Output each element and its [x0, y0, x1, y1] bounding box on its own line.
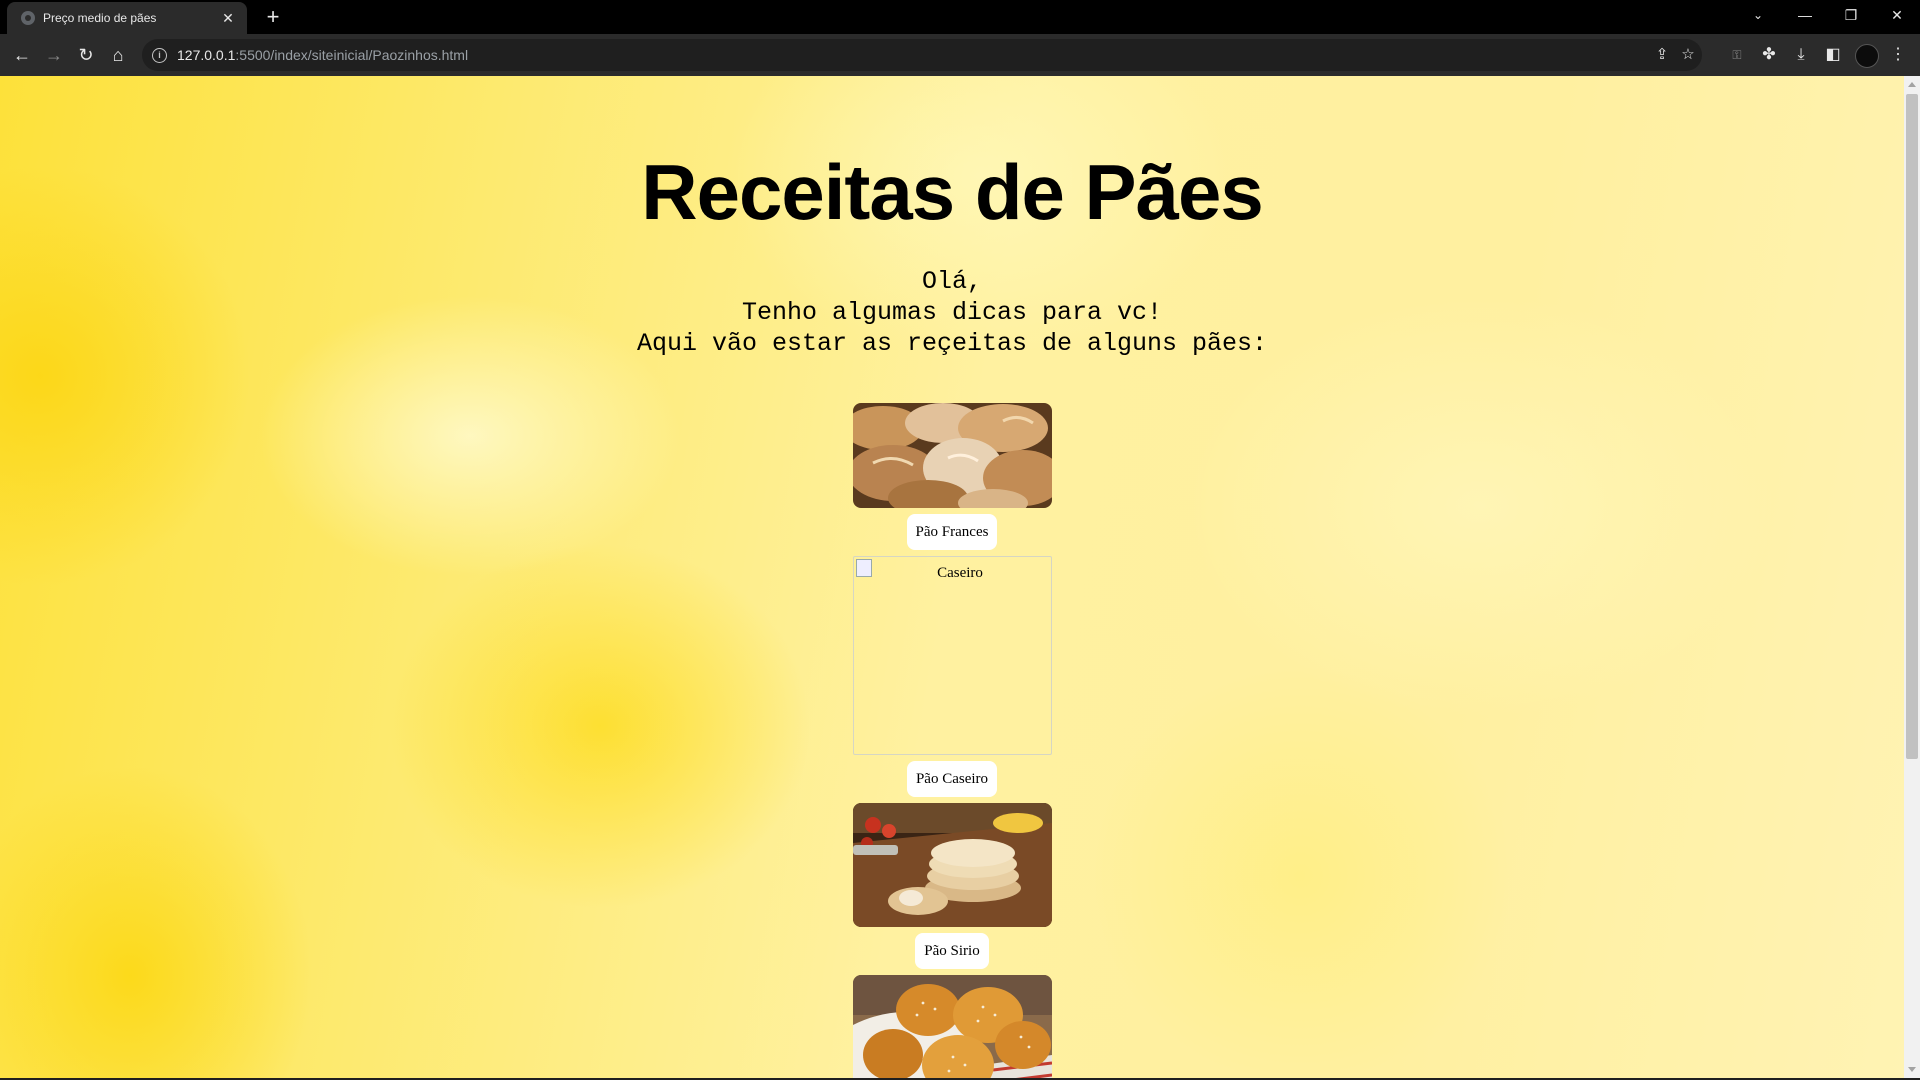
- bread-card: [0, 975, 1904, 1078]
- forward-button[interactable]: →: [42, 43, 66, 67]
- intro-text: Olá, Tenho algumas dicas para vc! Aqui v…: [0, 266, 1904, 359]
- address-bar[interactable]: i 127.0.0.1:5500/index/siteinicial/Paozi…: [142, 39, 1702, 71]
- bread-card: Caseiro Pão Caseiro: [0, 556, 1904, 803]
- image-alt-text: Caseiro: [937, 565, 983, 581]
- url-path: :5500/index/siteinicial/Paozinhos.html: [235, 47, 469, 63]
- restore-button[interactable]: ❐: [1828, 0, 1874, 30]
- side-panel-icon[interactable]: ◧: [1821, 43, 1845, 67]
- bread-card: Pão Frances: [0, 403, 1904, 556]
- browser-tab[interactable]: Preço medio de pães ✕: [7, 2, 247, 34]
- scroll-up-arrow-icon[interactable]: [1908, 82, 1916, 87]
- menu-kebab-icon[interactable]: ⋮: [1886, 43, 1910, 67]
- home-button[interactable]: ⌂: [106, 43, 130, 67]
- intro-line: Olá,: [921, 267, 982, 296]
- bread-card: Pão Sirio: [0, 803, 1904, 975]
- close-window-button[interactable]: ✕: [1874, 0, 1920, 30]
- bread-label-chip[interactable]: Pão Frances: [906, 514, 998, 550]
- bread-rolls-image[interactable]: [852, 975, 1052, 1078]
- tab-title: Preço medio de pães: [43, 11, 157, 25]
- scroll-down-arrow-icon[interactable]: [1908, 1067, 1916, 1072]
- globe-icon: [21, 11, 35, 25]
- pao-sirio-image[interactable]: [852, 803, 1052, 927]
- tab-strip: Preço medio de pães ✕ + ⌄ — ❐ ✕: [0, 0, 1920, 34]
- browser-toolbar: ← → ↻ ⌂ i 127.0.0.1:5500/index/siteinici…: [0, 34, 1920, 76]
- new-tab-button[interactable]: +: [260, 4, 286, 30]
- bread-label-chip[interactable]: Pão Sirio: [915, 933, 989, 969]
- bread-label-chip[interactable]: Pão Caseiro: [906, 761, 998, 797]
- page-title: Receitas de Pães: [641, 148, 1263, 236]
- download-icon[interactable]: ⤓: [1789, 43, 1813, 67]
- scrollbar-thumb[interactable]: [1906, 94, 1918, 759]
- bread-list: Pão Frances Caseiro Pão Caseiro Pão Siri…: [0, 403, 1904, 1078]
- site-info-icon[interactable]: i: [152, 47, 167, 63]
- intro-line: Tenho algumas dicas para vc!: [741, 298, 1163, 327]
- pao-caseiro-broken-image[interactable]: Caseiro: [852, 556, 1052, 755]
- puzzle-extensions-icon[interactable]: ✤: [1757, 43, 1781, 67]
- minimize-button[interactable]: —: [1782, 0, 1828, 30]
- bookmark-star-icon[interactable]: ☆: [1676, 43, 1700, 67]
- intro-line: Aqui vão estar as reçeitas de alguns pãe…: [636, 329, 1268, 358]
- pao-frances-image[interactable]: [852, 403, 1052, 508]
- url-host: 127.0.0.1: [177, 47, 236, 63]
- extension-icon[interactable]: ⚿: [1725, 43, 1749, 67]
- profile-avatar[interactable]: [1855, 44, 1879, 68]
- page-content: Receitas de Pães Olá, Tenho algumas dica…: [0, 76, 1904, 1078]
- close-tab-icon[interactable]: ✕: [219, 10, 237, 27]
- page-viewport: Receitas de Pães Olá, Tenho algumas dica…: [0, 76, 1904, 1078]
- share-icon[interactable]: ⇪: [1650, 43, 1674, 67]
- back-button[interactable]: ←: [10, 43, 34, 67]
- tab-search-icon[interactable]: ⌄: [1735, 0, 1781, 30]
- page-scrollbar[interactable]: [1904, 76, 1920, 1078]
- reload-button[interactable]: ↻: [74, 43, 98, 67]
